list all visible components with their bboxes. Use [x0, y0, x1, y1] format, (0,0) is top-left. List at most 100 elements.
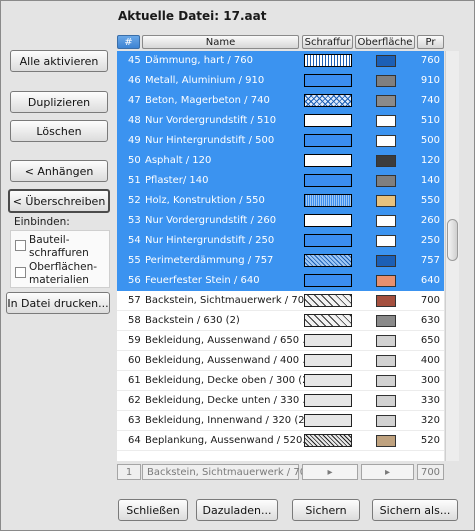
hatch-pattern-preview — [304, 154, 352, 167]
column-header-hatch[interactable]: Schraffur — [302, 35, 353, 49]
hatch-pattern-preview — [304, 54, 352, 67]
surface-color-swatch — [376, 135, 396, 147]
row-number: 52 — [128, 195, 141, 206]
column-header-pen[interactable]: Pr — [417, 35, 444, 49]
footer-surface-selector[interactable]: ▸ — [361, 464, 414, 480]
surface-color-swatch — [376, 195, 396, 207]
row-number: 60 — [128, 355, 141, 366]
surface-checkbox[interactable] — [15, 267, 26, 278]
list-row[interactable]: 47 Beton, Magerbeton / 740 740 — [117, 91, 444, 111]
list-scrollbar[interactable] — [445, 51, 459, 461]
list-row[interactable]: 54 Nur Hintergrundstift / 250 250 — [117, 231, 444, 251]
list-row[interactable]: 56 Feuerfester Stein / 640 640 — [117, 271, 444, 291]
activate-all-button[interactable]: Alle aktivieren — [10, 50, 108, 72]
row-pen: 120 — [420, 155, 440, 166]
hatch-pattern-preview — [304, 74, 352, 87]
row-number: 56 — [128, 275, 141, 286]
row-pen: 320 — [420, 415, 440, 426]
row-pen: 500 — [420, 135, 440, 146]
list-row[interactable]: 50 Asphalt / 120 120 — [117, 151, 444, 171]
row-number: 45 — [128, 55, 141, 66]
hatch-checkbox[interactable] — [15, 240, 26, 251]
row-name: Backstein, Sichtmauerwerk / 700... — [145, 295, 320, 306]
print-to-file-button[interactable]: In Datei drucken... — [6, 292, 110, 314]
delete-button[interactable]: Löschen — [10, 120, 108, 142]
footer-hatch-selector[interactable]: ▸ — [302, 464, 358, 480]
list-row[interactable]: 61 Bekleidung, Decke oben / 300 (2) 300 — [117, 371, 444, 391]
row-name: Backstein / 630 (2) — [145, 315, 240, 326]
save-as-button[interactable]: Sichern als... — [372, 499, 458, 521]
list-row[interactable]: 53 Nur Vordergrundstift / 260 260 — [117, 211, 444, 231]
row-name: Holz, Konstruktion / 550 — [145, 195, 265, 206]
row-name: Bekleidung, Aussenwand / 650 ... — [145, 335, 312, 346]
row-pen: 520 — [420, 435, 440, 446]
column-header-number[interactable]: # — [117, 35, 140, 49]
list-row[interactable]: 45 Dämmung, hart / 760 760 — [117, 51, 444, 71]
embed-options-box: Bauteil- schraffuren Oberflächen- materi… — [10, 230, 110, 288]
surface-color-swatch — [376, 55, 396, 67]
hatch-pattern-preview — [304, 254, 352, 267]
list-row[interactable]: 58 Backstein / 630 (2) 630 — [117, 311, 444, 331]
row-name: Nur Hintergrundstift / 250 — [145, 235, 275, 246]
list-row[interactable]: 48 Nur Vordergrundstift / 510 510 — [117, 111, 444, 131]
embed-hatch-option[interactable]: Bauteil- schraffuren — [15, 234, 89, 260]
row-pen: 740 — [420, 95, 440, 106]
footer-name-field: Backstein, Sichtmauerwerk / 700 — [142, 464, 312, 480]
hatch-pattern-preview — [304, 334, 352, 347]
row-number: 55 — [128, 255, 141, 266]
hatch-pattern-preview — [304, 394, 352, 407]
hatch-list[interactable]: 45 Dämmung, hart / 760 760 46 Metall, Alumin… — [117, 51, 444, 461]
surface-color-swatch — [376, 255, 396, 267]
row-pen: 640 — [420, 275, 440, 286]
list-row[interactable]: 64 Beplankung, Aussenwand / 520... 520 — [117, 431, 444, 451]
row-number: 64 — [128, 435, 141, 446]
footer-index-field: 1 — [117, 464, 141, 480]
hatch-pattern-preview — [304, 114, 352, 127]
surface-color-swatch — [376, 435, 396, 447]
row-name: Bekleidung, Decke unten / 330 ... — [145, 395, 312, 406]
row-pen: 757 — [420, 255, 440, 266]
row-pen: 760 — [420, 55, 440, 66]
row-name: Metall, Aluminium / 910 — [145, 75, 265, 86]
list-row[interactable]: 55 Perimeterdämmung / 757 757 — [117, 251, 444, 271]
list-row[interactable]: 60 Bekleidung, Aussenwand / 400 ... 400 — [117, 351, 444, 371]
save-button[interactable]: Sichern — [292, 499, 360, 521]
list-row[interactable]: 52 Holz, Konstruktion / 550 550 — [117, 191, 444, 211]
row-name: Beton, Magerbeton / 740 — [145, 95, 270, 106]
hatch-pattern-preview — [304, 314, 352, 327]
list-row[interactable]: 51 Pflaster/ 140 140 — [117, 171, 444, 191]
column-header-name[interactable]: Name — [142, 35, 299, 49]
list-row[interactable]: 63 Bekleidung, Innenwand / 320 (2) 320 — [117, 411, 444, 431]
surface-color-swatch — [376, 275, 396, 287]
hatch-pattern-preview — [304, 134, 352, 147]
row-number: 61 — [128, 375, 141, 386]
append-button[interactable]: < Anhängen — [10, 160, 108, 182]
overwrite-button[interactable]: < Überschreiben — [8, 189, 110, 213]
surface-color-swatch — [376, 335, 396, 347]
duplicate-button[interactable]: Duplizieren — [10, 91, 108, 113]
row-number: 54 — [128, 235, 141, 246]
scrollbar-thumb[interactable] — [447, 219, 458, 261]
surface-color-swatch — [376, 415, 396, 427]
list-row[interactable]: 62 Bekleidung, Decke unten / 330 ... 330 — [117, 391, 444, 411]
hatch-pattern-preview — [304, 414, 352, 427]
list-row[interactable]: 59 Bekleidung, Aussenwand / 650 ... 650 — [117, 331, 444, 351]
row-number: 47 — [128, 95, 141, 106]
hatch-pattern-preview — [304, 274, 352, 287]
close-button[interactable]: Schließen — [118, 499, 188, 521]
row-pen: 700 — [420, 295, 440, 306]
row-pen: 650 — [420, 335, 440, 346]
list-row[interactable]: 57 Backstein, Sichtmauerwerk / 700... 700 — [117, 291, 444, 311]
row-name: Bekleidung, Aussenwand / 400 ... — [145, 355, 312, 366]
hatch-pattern-preview — [304, 294, 352, 307]
surface-color-swatch — [376, 215, 396, 227]
list-row[interactable]: 49 Nur Hintergrundstift / 500 500 — [117, 131, 444, 151]
surface-color-swatch — [376, 95, 396, 107]
list-row[interactable]: 46 Metall, Aluminium / 910 910 — [117, 71, 444, 91]
hatch-pattern-preview — [304, 174, 352, 187]
load-more-button[interactable]: Dazuladen... — [196, 499, 278, 521]
column-header-surface[interactable]: Oberfläche — [355, 35, 415, 49]
row-name: Beplankung, Aussenwand / 520... — [145, 435, 312, 446]
surface-color-swatch — [376, 175, 396, 187]
embed-surface-option[interactable]: Oberflächen- materialien — [15, 261, 97, 287]
